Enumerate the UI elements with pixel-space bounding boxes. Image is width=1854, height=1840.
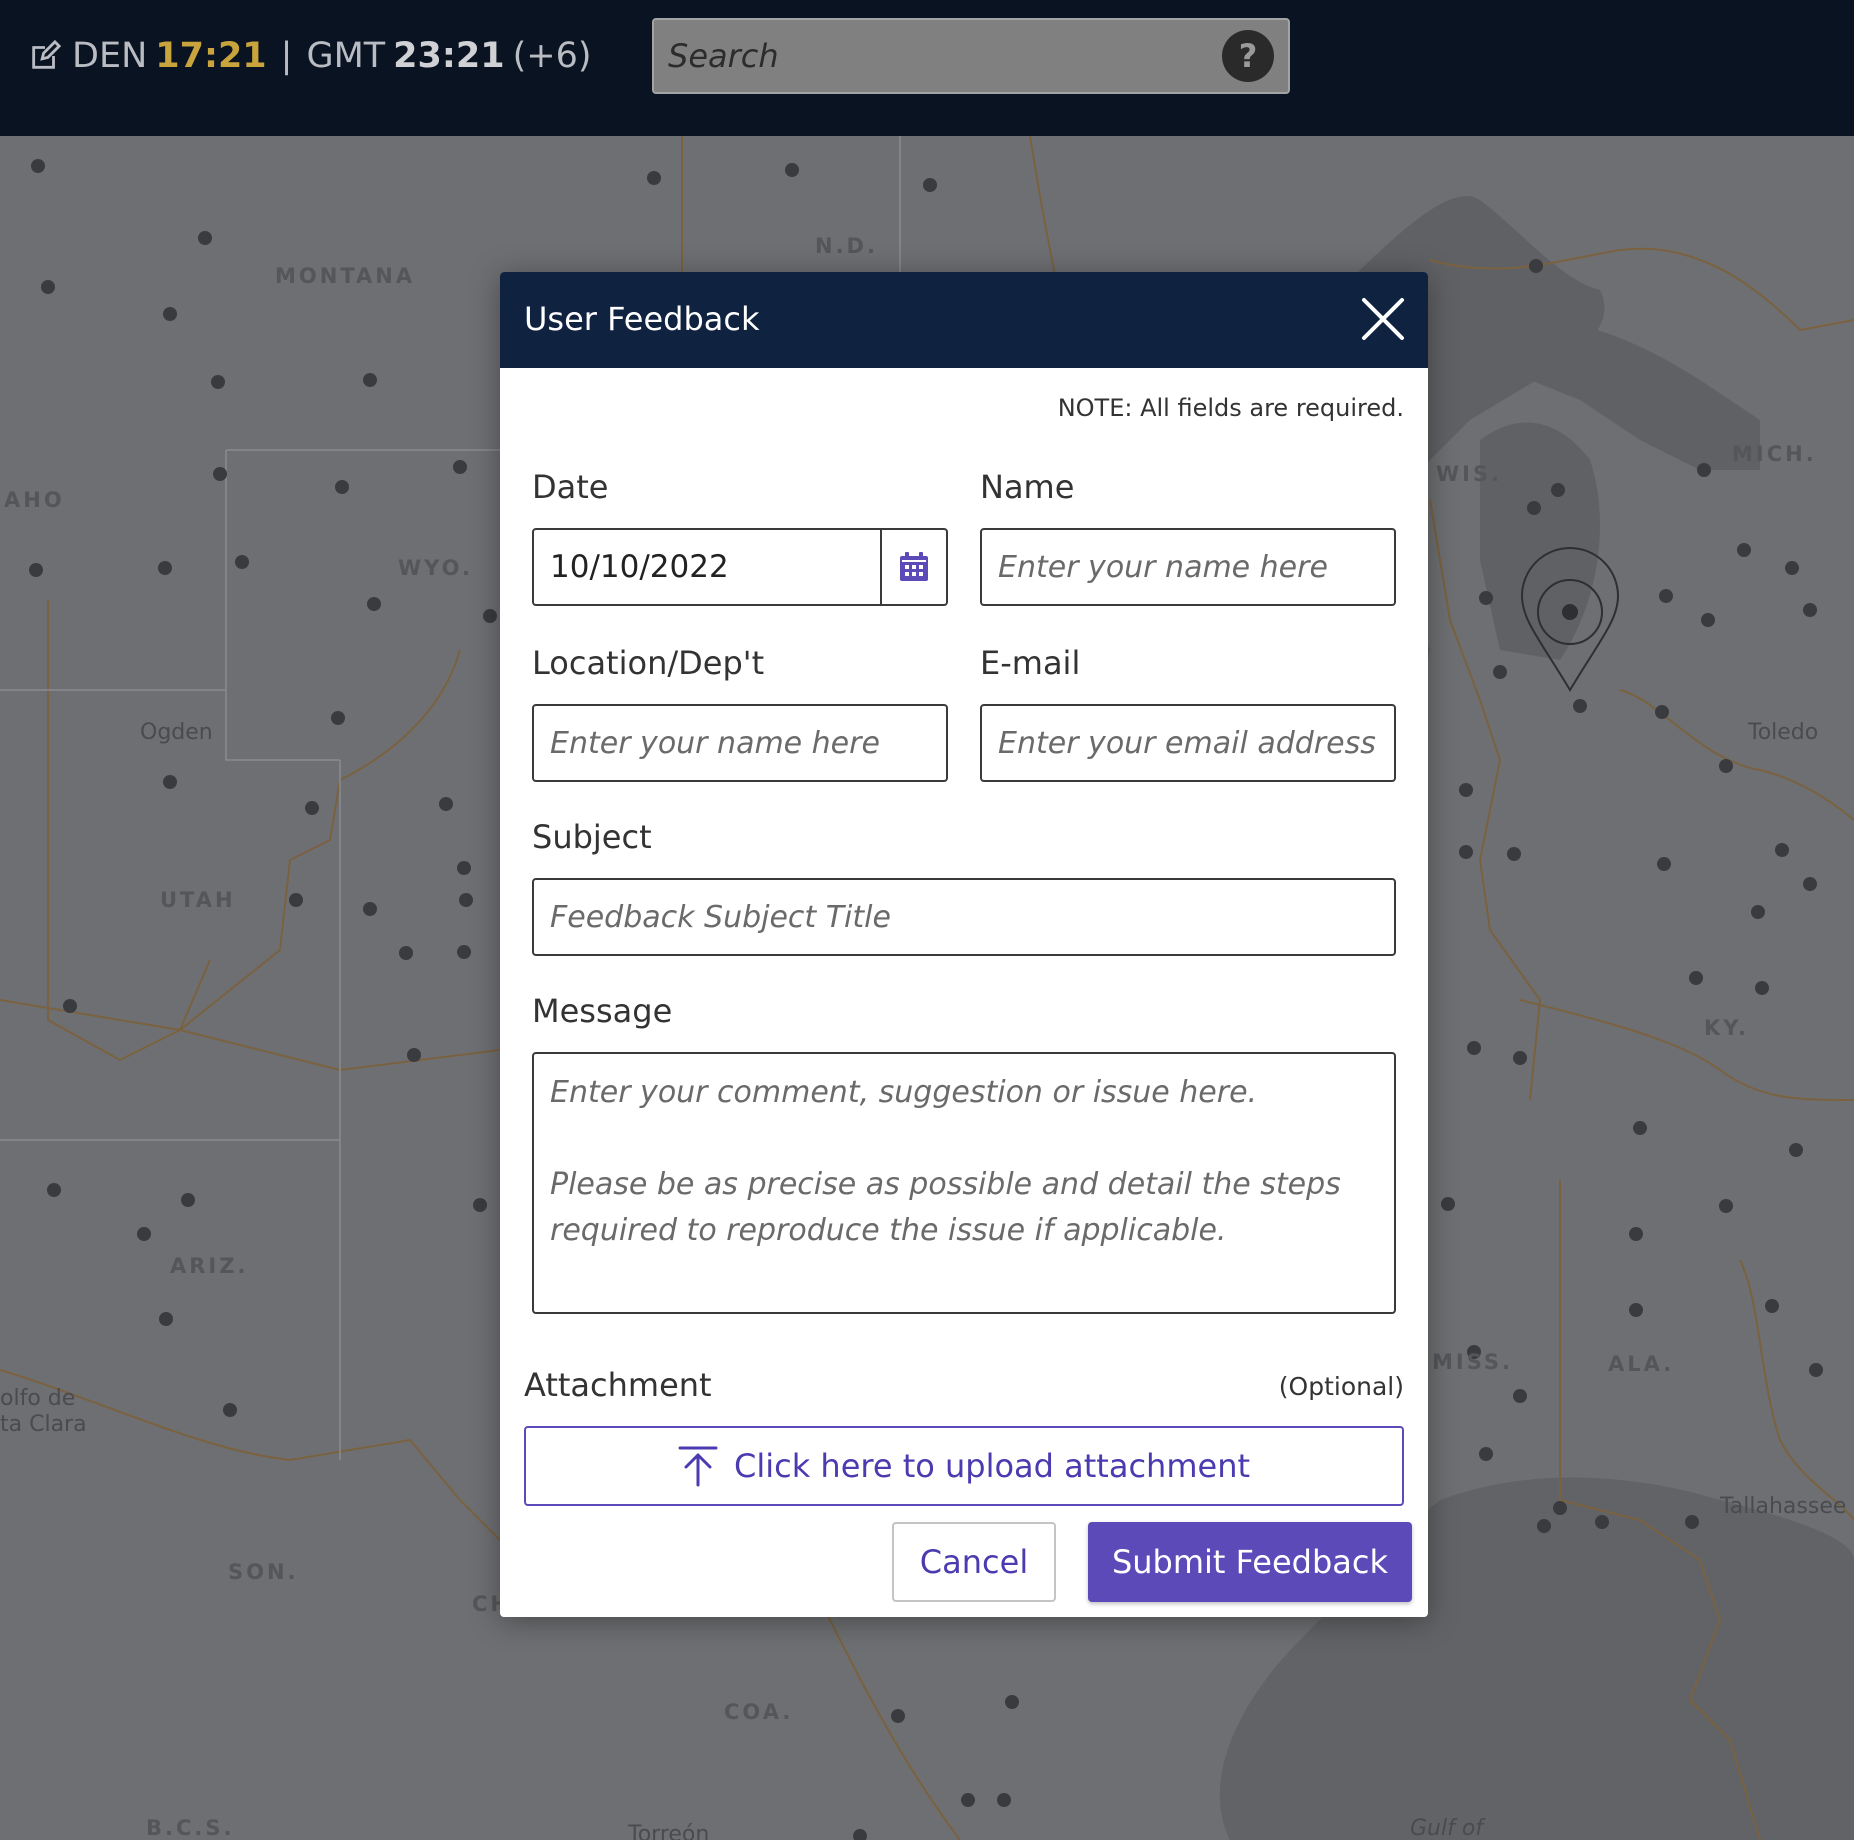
- city-label-tallahassee: Tallahassee: [1720, 1494, 1847, 1519]
- location-input[interactable]: [534, 706, 946, 780]
- email-input[interactable]: [982, 706, 1394, 780]
- message-label: Message: [532, 992, 673, 1030]
- city-label-toledo: Toledo: [1748, 720, 1819, 745]
- subject-label: Subject: [532, 818, 652, 856]
- message-field: [532, 1052, 1396, 1314]
- search-box: ?: [652, 18, 1290, 94]
- location-field: [532, 704, 948, 782]
- city-label-torreon: Torreón: [628, 1822, 710, 1840]
- top-bar: DEN 17:21 | GMT 23:21 (+6) ?: [0, 0, 1854, 136]
- city-label-ogden: Ogden: [140, 720, 213, 745]
- map-label-montana: MONTANA: [275, 264, 416, 288]
- edit-icon[interactable]: [28, 39, 62, 73]
- name-label: Name: [980, 468, 1075, 506]
- map-label-bcs: B.C.S.: [146, 1816, 235, 1840]
- map-label-ala: ALA.: [1608, 1352, 1675, 1376]
- map-label-coa: COA.: [724, 1700, 794, 1724]
- message-input[interactable]: [534, 1054, 1394, 1312]
- map-label-wis: WIS.: [1436, 462, 1503, 486]
- city-label-santa-clara: ta Clara: [0, 1412, 87, 1437]
- map-label-son: SON.: [228, 1560, 299, 1584]
- dialog-header: User Feedback: [500, 272, 1428, 368]
- calendar-button[interactable]: [880, 530, 946, 604]
- upload-attachment-button[interactable]: Click here to upload attachment: [524, 1426, 1404, 1506]
- date-label: Date: [532, 468, 609, 506]
- map-label-miss: MISS.: [1432, 1350, 1513, 1374]
- optional-note: (Optional): [1278, 1372, 1404, 1401]
- gmt-offset: (+6): [512, 36, 592, 76]
- name-input[interactable]: [982, 530, 1394, 604]
- close-icon[interactable]: [1360, 296, 1406, 342]
- upload-icon: [678, 1446, 718, 1487]
- time-separator: |: [280, 36, 293, 76]
- map-label-idaho: AHO: [4, 488, 65, 512]
- upload-label: Click here to upload attachment: [733, 1447, 1251, 1485]
- city-label-gulf: Gulf of: [1410, 1816, 1484, 1840]
- map-label-ariz: ARIZ.: [170, 1254, 249, 1278]
- attachment-label: Attachment: [524, 1366, 712, 1404]
- required-note: NOTE: All fields are required.: [1057, 394, 1404, 422]
- date-field: [532, 528, 948, 606]
- location-label: Location/Dep't: [532, 644, 765, 682]
- map-label-wyo: WYO.: [398, 556, 473, 580]
- cancel-button[interactable]: Cancel: [892, 1522, 1056, 1602]
- email-label: E-mail: [980, 644, 1081, 682]
- map-label-ky: KY.: [1704, 1016, 1749, 1040]
- city-label-golfo: olfo de: [0, 1386, 76, 1411]
- name-field: [980, 528, 1396, 606]
- dialog-title: User Feedback: [524, 300, 760, 338]
- map-label-mich: MICH.: [1732, 442, 1817, 466]
- map-label-nd: N.D.: [815, 234, 878, 258]
- date-input[interactable]: [534, 530, 880, 604]
- help-button[interactable]: ?: [1222, 30, 1274, 82]
- clock-display: DEN 17:21 | GMT 23:21 (+6): [28, 34, 592, 78]
- gmt-time: 23:21: [393, 36, 505, 76]
- subject-field: [532, 878, 1396, 956]
- map-label-utah: UTAH: [160, 888, 236, 912]
- feedback-dialog: User Feedback NOTE: All fields are requi…: [500, 272, 1428, 1617]
- local-zone: DEN: [72, 36, 148, 76]
- local-time: 17:21: [155, 36, 267, 76]
- email-field: [980, 704, 1396, 782]
- gmt-zone: GMT: [306, 36, 386, 76]
- submit-feedback-button[interactable]: Submit Feedback: [1088, 1522, 1412, 1602]
- subject-input[interactable]: [534, 880, 1394, 954]
- calendar-icon: [900, 552, 928, 581]
- search-input[interactable]: [668, 20, 1208, 92]
